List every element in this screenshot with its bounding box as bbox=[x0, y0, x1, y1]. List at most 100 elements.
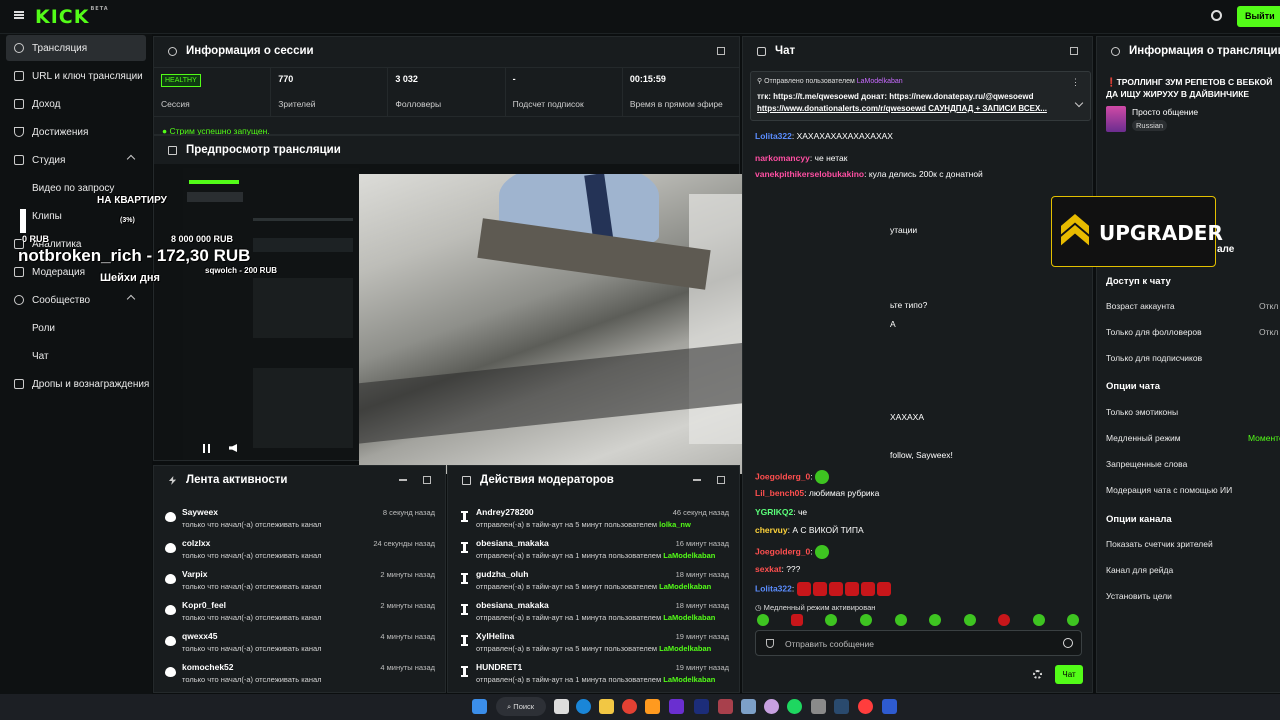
chat-username[interactable]: Lil_bench05 bbox=[755, 488, 804, 498]
setting-item[interactable]: Медленный режим bbox=[1106, 433, 1181, 443]
mod-action-item[interactable]: XylHelina отправлен(-а) в тайм-аут на 5 м… bbox=[448, 627, 739, 658]
chat-username[interactable]: YGRIKQ2 bbox=[755, 507, 793, 517]
category-name[interactable]: Просто общение bbox=[1132, 107, 1198, 117]
pinned-message[interactable]: ⚲ Отправлено пользователем LaModelkaban … bbox=[750, 71, 1091, 121]
category-thumbnail[interactable] bbox=[1106, 106, 1126, 132]
setting-item[interactable]: Показать счетчик зрителей bbox=[1106, 539, 1213, 549]
activity-item[interactable]: colzlxx только что начал(-а) отслеживать … bbox=[154, 534, 445, 565]
item-name[interactable]: HUNDRET1 bbox=[476, 662, 522, 672]
moderator-name[interactable]: lolka_nw bbox=[659, 520, 691, 529]
item-name[interactable]: Sayweex bbox=[182, 507, 218, 517]
emote-icon[interactable] bbox=[895, 614, 907, 626]
mod-action-item[interactable]: Andrey278200 отправлен(-а) в тайм-аут на … bbox=[448, 503, 739, 534]
expand-icon[interactable] bbox=[717, 47, 725, 55]
volume-icon[interactable] bbox=[229, 444, 237, 452]
app-icon[interactable] bbox=[645, 699, 660, 714]
sidebar-item-achievements[interactable]: Достижения bbox=[6, 119, 146, 145]
mod-action-item[interactable]: obesiana_makaka отправлен(-а) в тайм-аут … bbox=[448, 534, 739, 565]
item-name[interactable]: XylHelina bbox=[476, 631, 514, 641]
chrome-icon[interactable] bbox=[622, 699, 637, 714]
item-name[interactable]: colzlxx bbox=[182, 538, 210, 548]
taskbar-search[interactable]: ⌕ Поиск bbox=[496, 697, 546, 716]
setting-value[interactable]: Моменте bbox=[1248, 433, 1280, 443]
moderator-name[interactable]: LaModelkaban bbox=[659, 644, 711, 653]
app-icon[interactable] bbox=[718, 699, 733, 714]
setting-item[interactable]: Только эмотиконы bbox=[1106, 407, 1178, 417]
item-name[interactable]: obesiana_makaka bbox=[476, 600, 549, 610]
activity-item[interactable]: Varpix только что начал(-а) отслеживать к… bbox=[154, 565, 445, 596]
expand-icon[interactable] bbox=[717, 476, 725, 484]
audition-icon[interactable] bbox=[694, 699, 709, 714]
moderator-name[interactable]: LaModelkaban bbox=[663, 675, 715, 684]
start-icon[interactable] bbox=[472, 699, 487, 714]
setting-item[interactable]: Запрещенные слова bbox=[1106, 459, 1187, 469]
moderator-name[interactable]: LaModelkaban bbox=[659, 582, 711, 591]
sidebar-item-roles[interactable]: Роли bbox=[6, 315, 146, 341]
emoji-icon[interactable] bbox=[1063, 638, 1073, 648]
emote-icon[interactable] bbox=[860, 614, 872, 626]
chat-username[interactable]: Joegolderg_0 bbox=[755, 471, 810, 481]
kick-logo[interactable]: KICKBETA bbox=[35, 6, 109, 28]
activity-item[interactable]: qwexx45 только что начал(-а) отслеживать … bbox=[154, 627, 445, 658]
item-name[interactable]: komochek52 bbox=[182, 662, 234, 672]
emote-icon[interactable] bbox=[757, 614, 769, 626]
moderator-name[interactable]: LaModelkaban bbox=[663, 613, 715, 622]
chat-username[interactable]: Lolita322 bbox=[755, 131, 792, 141]
activity-item[interactable]: komochek52 только что начал(-а) отслежива… bbox=[154, 658, 445, 689]
item-name[interactable]: Andrey278200 bbox=[476, 507, 534, 517]
sidebar-item-url-key[interactable]: URL и ключ трансляции bbox=[6, 63, 146, 89]
setting-item[interactable]: Только для фолловеров bbox=[1106, 327, 1202, 337]
emote-icon[interactable] bbox=[1033, 614, 1045, 626]
expand-icon[interactable] bbox=[423, 476, 431, 484]
chevron-down-icon[interactable] bbox=[1074, 98, 1084, 108]
emote-icon[interactable] bbox=[791, 614, 803, 626]
gear-icon[interactable] bbox=[1033, 670, 1042, 679]
sidebar-item-drops[interactable]: Дропы и вознаграждения bbox=[6, 371, 149, 397]
chat-username[interactable]: Lolita322 bbox=[755, 583, 792, 593]
item-name[interactable]: qwexx45 bbox=[182, 631, 217, 641]
sidebar-item-clips[interactable]: Клипы bbox=[6, 203, 146, 229]
more-icon[interactable]: ⋮ bbox=[1071, 77, 1080, 88]
sidebar-item-stream[interactable]: Трансляция bbox=[6, 35, 146, 61]
task-view-icon[interactable] bbox=[554, 699, 569, 714]
app-icon[interactable] bbox=[811, 699, 826, 714]
chat-username[interactable]: chervuy bbox=[755, 525, 788, 535]
app-icon[interactable] bbox=[882, 699, 897, 714]
app-icon[interactable] bbox=[741, 699, 756, 714]
spotify-icon[interactable] bbox=[787, 699, 802, 714]
expand-icon[interactable] bbox=[1070, 47, 1078, 55]
emote-icon[interactable] bbox=[825, 614, 837, 626]
item-name[interactable]: gudzha_oluh bbox=[476, 569, 528, 579]
chat-username[interactable]: narkomancyy bbox=[755, 153, 810, 163]
item-name[interactable]: Varpix bbox=[182, 569, 208, 579]
edge-icon[interactable] bbox=[576, 699, 591, 714]
pause-icon[interactable] bbox=[203, 444, 210, 453]
chat-username[interactable]: vanekpithikerselobukakino bbox=[755, 169, 864, 179]
setting-item[interactable]: Модерация чата с помощью ИИ bbox=[1106, 485, 1232, 495]
setting-item[interactable]: Только для подписчиков bbox=[1106, 353, 1202, 363]
menu-icon[interactable] bbox=[14, 11, 24, 19]
activity-item[interactable]: Sayweex только что начал(-а) отслеживать … bbox=[154, 503, 445, 534]
app-icon[interactable] bbox=[764, 699, 779, 714]
item-name[interactable]: obesiana_makaka bbox=[476, 538, 549, 548]
chat-input[interactable]: Отправить сообщение bbox=[755, 630, 1082, 656]
app-icon[interactable] bbox=[669, 699, 684, 714]
preview-screen[interactable] bbox=[183, 168, 359, 460]
sidebar-item-studio[interactable]: Студия bbox=[6, 147, 146, 173]
mod-action-item[interactable]: HUNDRET1 отправлен(-а) в тайм-аут на 1 ми… bbox=[448, 658, 739, 689]
moderator-name[interactable]: LaModelkaban bbox=[663, 551, 715, 560]
steam-icon[interactable] bbox=[834, 699, 849, 714]
filter-icon[interactable] bbox=[693, 479, 701, 481]
setting-item[interactable]: Возраст аккаунта bbox=[1106, 301, 1175, 311]
sidebar-item-income[interactable]: Доход bbox=[6, 91, 146, 117]
sidebar-item-chat[interactable]: Чат bbox=[6, 343, 146, 369]
exit-button[interactable]: Выйти bbox=[1237, 6, 1280, 27]
setting-value[interactable]: Откл bbox=[1259, 301, 1278, 311]
app-icon[interactable] bbox=[858, 699, 873, 714]
emote-icon[interactable] bbox=[929, 614, 941, 626]
send-chat-button[interactable]: Чат bbox=[1055, 665, 1083, 684]
emote-icon[interactable] bbox=[964, 614, 976, 626]
emote-icon[interactable] bbox=[998, 614, 1010, 626]
setting-item[interactable]: Канал для рейда bbox=[1106, 565, 1173, 575]
sidebar-item-community[interactable]: Сообщество bbox=[6, 287, 146, 313]
